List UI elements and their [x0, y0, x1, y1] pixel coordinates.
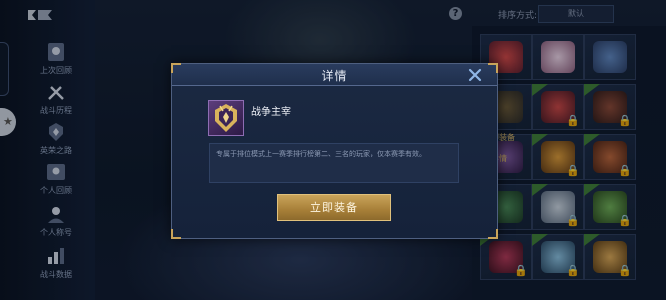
item-description: 专属于排位模式上一赛季排行榜第二、三名的玩家，仅本赛季有效。	[216, 150, 426, 158]
badge-frame	[208, 100, 244, 136]
close-icon	[468, 68, 482, 82]
close-button[interactable]	[467, 67, 483, 83]
corner-ornament	[488, 229, 498, 239]
corner-ornament	[171, 229, 181, 239]
corner-ornament	[488, 63, 498, 73]
detail-dialog: 详情 战争主宰 专属于排位模式上一赛季排行榜第二、三名的玩家，仅本赛季有效。 立…	[171, 63, 498, 239]
equip-now-button[interactable]: 立即装备	[277, 194, 391, 221]
dialog-title: 详情	[321, 69, 348, 83]
equip-now-label: 立即装备	[310, 201, 358, 214]
description-box: 专属于排位模式上一赛季排行榜第二、三名的玩家，仅本赛季有效。	[209, 143, 459, 183]
item-name: 战争主宰	[251, 107, 291, 118]
war-lord-badge-icon	[215, 104, 237, 132]
corner-ornament	[171, 63, 181, 73]
dialog-header: 详情	[172, 64, 497, 86]
